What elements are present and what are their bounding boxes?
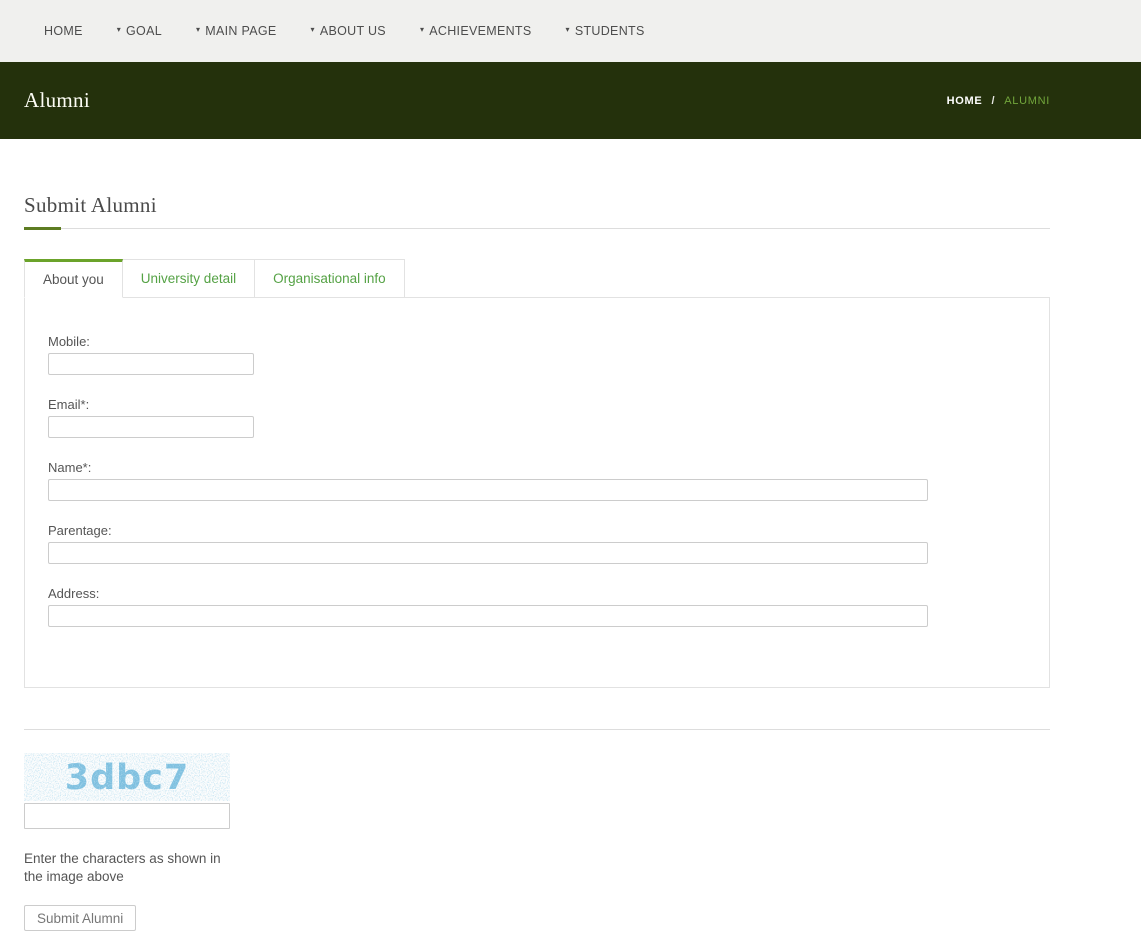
breadcrumb-separator: /	[991, 95, 995, 107]
page-banner-title: Alumni	[24, 88, 90, 113]
form-tabs: About you University detail Organisation…	[24, 259, 1050, 298]
nav-item-label: GOAL	[126, 24, 162, 38]
captcha-noise-dark	[24, 753, 230, 801]
section-divider	[24, 729, 1050, 730]
address-input[interactable]	[48, 605, 928, 627]
mobile-input[interactable]	[48, 353, 254, 375]
captcha-input[interactable]	[24, 803, 230, 829]
nav-item-home[interactable]: HOME	[44, 24, 83, 38]
chevron-down-icon: ▾	[420, 26, 424, 34]
tab-label: About you	[43, 272, 104, 287]
heading-rule-line	[24, 228, 1050, 229]
breadcrumb-home-link[interactable]: HOME	[947, 95, 983, 107]
field-mobile: Mobile:	[48, 334, 1026, 375]
parentage-input[interactable]	[48, 542, 928, 564]
nav-item-achievements[interactable]: ▾ ACHIEVEMENTS	[420, 24, 532, 38]
captcha-image: 3dbc7	[24, 753, 230, 801]
tab-about-you[interactable]: About you	[24, 259, 123, 298]
page-banner: Alumni HOME / ALUMNI	[0, 62, 1141, 139]
tab-panel-about-you: Mobile: Email*: Name*: Parentage: Addres…	[24, 297, 1050, 688]
field-email: Email*:	[48, 397, 1026, 438]
submit-alumni-button[interactable]: Submit Alumni	[24, 905, 136, 931]
name-input[interactable]	[48, 479, 928, 501]
email-label: Email*:	[48, 397, 1026, 412]
chevron-down-icon: ▾	[311, 26, 315, 34]
nav-item-label: HOME	[44, 24, 83, 38]
captcha-instruction: Enter the characters as shown in the ima…	[24, 850, 242, 886]
chevron-down-icon: ▾	[117, 26, 121, 34]
name-label: Name*:	[48, 460, 1026, 475]
nav-item-label: MAIN PAGE	[205, 24, 276, 38]
nav-item-goal[interactable]: ▾ GOAL	[117, 24, 162, 38]
breadcrumb-current: ALUMNI	[1004, 95, 1050, 107]
address-label: Address:	[48, 586, 1026, 601]
tab-university-detail[interactable]: University detail	[123, 259, 255, 298]
tab-organisational-info[interactable]: Organisational info	[255, 259, 405, 298]
nav-item-main-page[interactable]: ▾ MAIN PAGE	[196, 24, 277, 38]
nav-item-label: ABOUT US	[320, 24, 386, 38]
tab-label: Organisational info	[273, 271, 386, 286]
mobile-label: Mobile:	[48, 334, 1026, 349]
main-content: Submit Alumni About you University detai…	[24, 193, 1050, 931]
chevron-down-icon: ▾	[566, 26, 570, 34]
field-address: Address:	[48, 586, 1026, 627]
page-title: Submit Alumni	[24, 193, 1050, 218]
nav-item-students[interactable]: ▾ STUDENTS	[566, 24, 645, 38]
nav-item-about-us[interactable]: ▾ ABOUT US	[311, 24, 386, 38]
tab-label: University detail	[141, 271, 236, 286]
parentage-label: Parentage:	[48, 523, 1026, 538]
heading-rule	[24, 227, 1050, 230]
breadcrumb: HOME / ALUMNI	[947, 95, 1050, 107]
nav-item-label: STUDENTS	[575, 24, 645, 38]
field-parentage: Parentage:	[48, 523, 1026, 564]
chevron-down-icon: ▾	[196, 26, 200, 34]
field-name: Name*:	[48, 460, 1026, 501]
heading-rule-accent	[24, 227, 61, 230]
top-navigation: HOME ▾ GOAL ▾ MAIN PAGE ▾ ABOUT US ▾ ACH…	[0, 0, 1141, 62]
email-input[interactable]	[48, 416, 254, 438]
nav-item-label: ACHIEVEMENTS	[429, 24, 531, 38]
